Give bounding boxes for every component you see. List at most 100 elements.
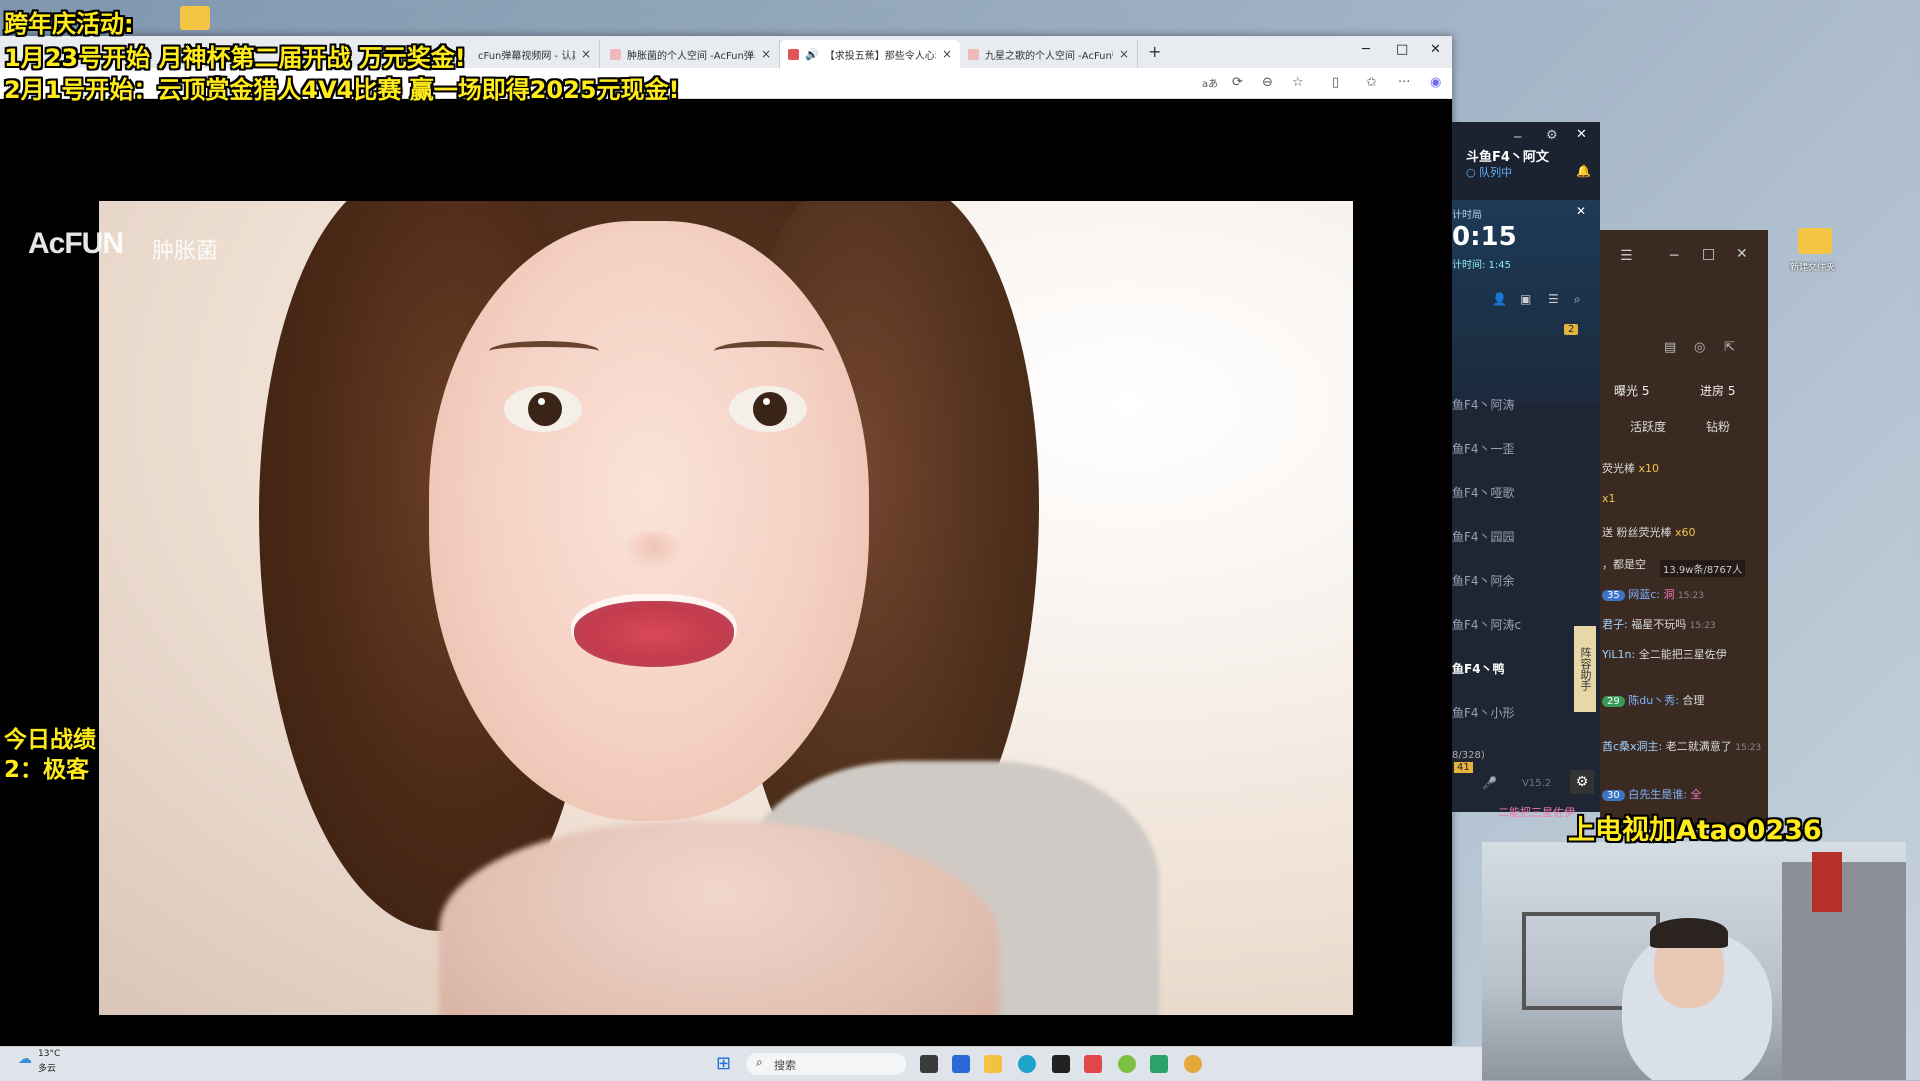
favorite-star-icon[interactable]: ☆ — [1292, 75, 1304, 90]
member-item[interactable]: 鱼F4丶阿涛 — [1452, 396, 1570, 413]
tab-jiuxing-space[interactable]: 九星之歌的个人空间 -AcFun弹幕 × — [960, 40, 1138, 68]
folder-icon — [180, 6, 210, 30]
eyebrow-shape — [714, 341, 824, 361]
list-icon[interactable]: ☰ — [1548, 292, 1559, 306]
edge-icon[interactable] — [1018, 1055, 1036, 1073]
eye-shape — [504, 386, 582, 432]
member-item[interactable]: 鱼F4丶园园 — [1452, 528, 1570, 545]
watermark-username: 肿胀菌 — [152, 239, 219, 264]
overlay-event-line1: 1月23号开始 月神杯第二届开战 万元奖金! — [4, 44, 466, 72]
note-icon[interactable]: ▤ — [1664, 340, 1676, 355]
desktop-folder-icon[interactable] — [1798, 228, 1832, 254]
banner-shape — [1812, 852, 1842, 912]
close-icon[interactable]: ✕ — [1576, 204, 1586, 218]
bell-icon[interactable]: 🔔 — [1576, 164, 1591, 178]
microphone-icon[interactable]: 🎤 — [1482, 776, 1497, 790]
menu-icon[interactable]: ☰ — [1620, 248, 1633, 264]
notepad-icon[interactable] — [1150, 1055, 1168, 1073]
chat-message: 君子: 福星不玩吗 15:23 — [1602, 616, 1716, 632]
task-view-icon[interactable] — [920, 1055, 938, 1073]
chat-text: 洞 — [1663, 588, 1675, 601]
member-item[interactable]: 鱼F4丶阿余 — [1452, 572, 1570, 589]
chat-user[interactable]: 君子: — [1602, 618, 1628, 631]
chat-user[interactable]: 网蓝c: — [1628, 588, 1660, 601]
lineup-helper-button[interactable]: 阵容助手 — [1574, 626, 1596, 712]
member-item-active[interactable]: 鱼F4丶鸭 — [1452, 660, 1570, 677]
obs-icon[interactable] — [1052, 1055, 1070, 1073]
search-icon: ⌕ — [756, 1055, 763, 1069]
chat-user[interactable]: YiL1n: — [1602, 648, 1635, 661]
member-item[interactable]: 鱼F4丶哑歌 — [1452, 484, 1570, 501]
file-explorer-icon[interactable] — [984, 1055, 1002, 1073]
minimize-icon[interactable]: ─ — [1514, 130, 1521, 144]
speaker-icon[interactable]: 🔊 — [805, 48, 819, 61]
minimize-icon[interactable]: ─ — [1670, 248, 1678, 264]
add-user-icon[interactable]: 👤 — [1492, 292, 1507, 306]
taskbar-search[interactable]: ⌕ 搜索 — [746, 1053, 906, 1075]
game-icon[interactable] — [1184, 1055, 1202, 1073]
chat-message: 酋c桑x洞主: 老二就满意了 15:23 — [1602, 738, 1761, 754]
tab-diamond-fans[interactable]: 钻粉 — [1706, 418, 1730, 435]
reader-icon[interactable]: ⊖ — [1262, 75, 1273, 90]
maximize-icon[interactable]: □ — [1396, 42, 1408, 57]
exposure-count: 曝光 5 — [1614, 384, 1650, 398]
timer-sub: 计时间: 1:45 — [1452, 260, 1512, 271]
tab-title: cFun弹幕视频网 - 认真你 — [478, 50, 575, 62]
video-player[interactable]: AcFUN 肿胀菌 — [0, 99, 1452, 1046]
chat-text: 福星不玩吗 — [1631, 618, 1687, 631]
chat-user[interactable]: 陈du丶秀: — [1628, 694, 1679, 707]
settings-gear-icon[interactable]: ⚙ — [1546, 128, 1558, 143]
gift-count: x10 — [1638, 462, 1660, 475]
acfun-favicon-icon — [610, 48, 621, 60]
version-label: V15.2 — [1522, 778, 1552, 789]
queue-status-label: 队列中 — [1479, 166, 1513, 179]
more-menu-icon[interactable]: ··· — [1398, 75, 1410, 90]
tab-zhongzhangjun-space[interactable]: 肿胀菌的个人空间 -AcFun弹幕视 × — [602, 40, 780, 68]
member-item[interactable]: 鱼F4丶小形 — [1452, 704, 1570, 721]
app-icon[interactable] — [1084, 1055, 1102, 1073]
shelf-shape — [1782, 862, 1906, 1080]
chat-text: 老二就满意了 — [1665, 740, 1732, 753]
share-icon[interactable]: ⇱ — [1724, 340, 1735, 355]
search-icon[interactable]: ⌕ — [1574, 292, 1581, 307]
translate-icon[interactable]: aあ — [1202, 75, 1218, 90]
member-item[interactable]: 鱼F4丶一歪 — [1452, 440, 1570, 457]
eyebrow-shape — [489, 341, 599, 361]
tab-active-video[interactable]: 🔊 【求投五蕉】那些令人心动 × — [780, 40, 960, 68]
app-icon[interactable] — [1118, 1055, 1136, 1073]
tab-acfun-home[interactable]: cFun弹幕视频网 - 认真你 × — [470, 40, 600, 68]
split-screen-icon[interactable]: ▯ — [1332, 75, 1339, 90]
chat-user[interactable]: 白先生是谁: — [1628, 788, 1687, 801]
collections-icon[interactable]: ✩ — [1366, 75, 1377, 90]
tab-title: 九星之歌的个人空间 -AcFun弹幕 — [985, 50, 1113, 62]
refresh-icon[interactable]: ⟳ — [1232, 75, 1243, 90]
close-icon[interactable]: ✕ — [1576, 127, 1587, 142]
close-icon[interactable]: × — [581, 47, 591, 61]
close-icon[interactable]: × — [761, 47, 771, 61]
weather-icon[interactable]: ☁ — [18, 1051, 32, 1067]
member-item[interactable]: 鱼F4丶阿涛c — [1452, 616, 1570, 633]
minimize-icon[interactable]: ─ — [1362, 42, 1370, 57]
target-icon[interactable]: ◎ — [1694, 340, 1705, 355]
close-icon[interactable]: ✕ — [1736, 246, 1748, 262]
windows-start-icon[interactable]: ⊞ — [716, 1053, 731, 1074]
close-window-icon[interactable]: ✕ — [1430, 42, 1441, 57]
close-icon[interactable]: × — [1119, 47, 1129, 61]
chat-user[interactable]: 酋c桑x洞主: — [1602, 740, 1662, 753]
copilot-icon[interactable]: ◉ — [1430, 75, 1441, 90]
fan-badge: 30 — [1602, 790, 1625, 801]
tab-activity[interactable]: 活跃度 — [1630, 418, 1666, 435]
maximize-icon[interactable]: □ — [1702, 246, 1715, 262]
chat-time: 15:23 — [1689, 621, 1716, 631]
store-icon[interactable] — [952, 1055, 970, 1073]
settings-gear-icon[interactable]: ⚙ — [1570, 770, 1594, 794]
hair-shape — [1650, 918, 1728, 948]
close-icon[interactable]: × — [942, 47, 952, 61]
timer-label: 计时局 — [1452, 210, 1482, 221]
gift-text: 荧光棒 — [1602, 462, 1635, 475]
folder-icon[interactable]: ▣ — [1520, 292, 1531, 306]
tab-title: 【求投五蕉】那些令人心动 — [824, 50, 936, 62]
new-tab-button[interactable]: + — [1148, 42, 1161, 61]
tab-title: 肿胀菌的个人空间 -AcFun弹幕视 — [627, 50, 755, 62]
video-frame[interactable] — [99, 201, 1353, 1015]
